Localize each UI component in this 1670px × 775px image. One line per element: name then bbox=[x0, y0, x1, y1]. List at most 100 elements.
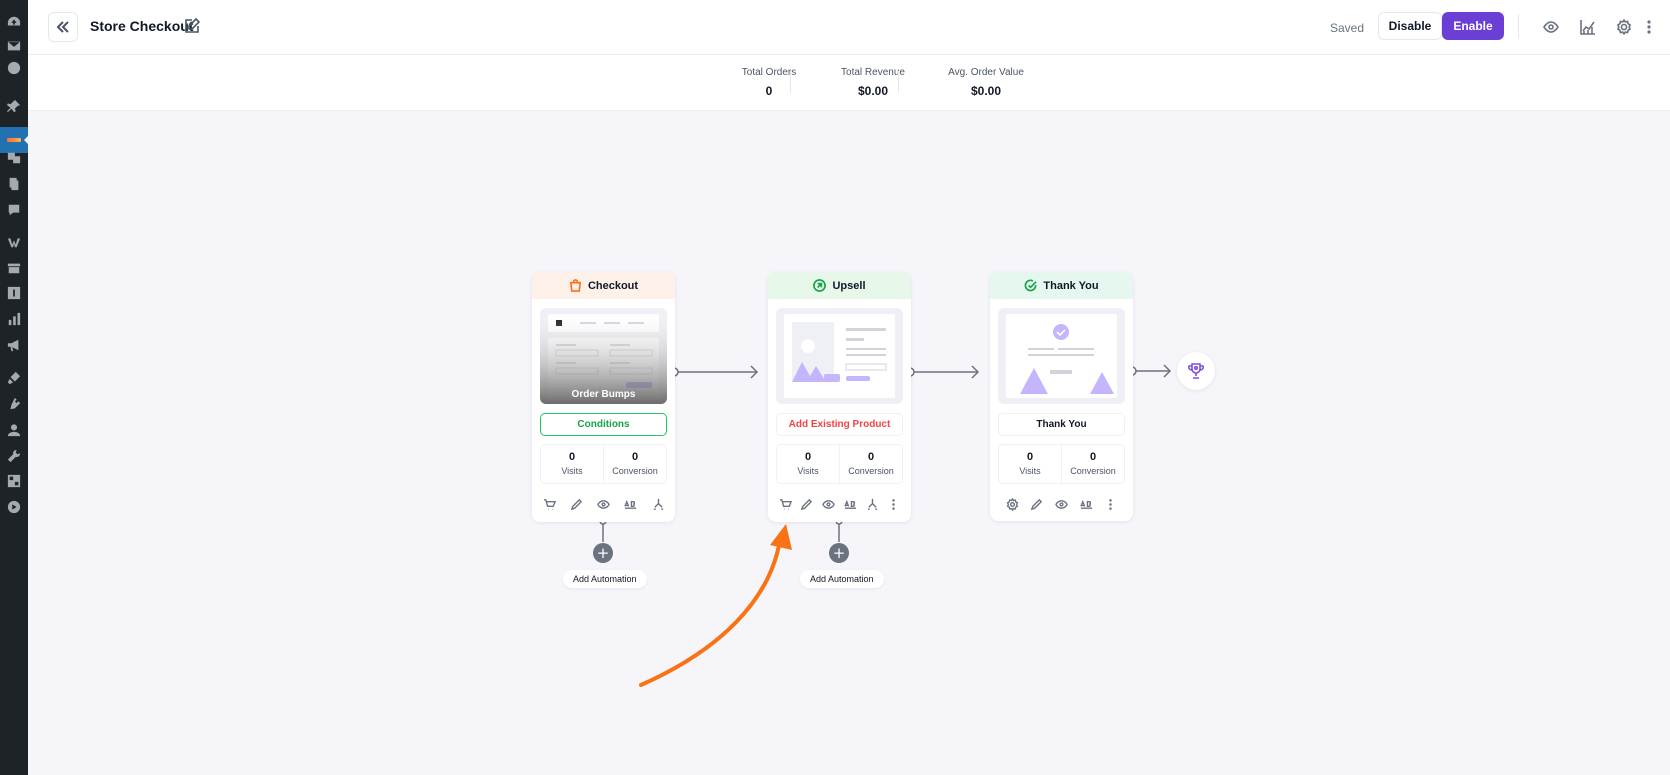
split-icon[interactable] bbox=[865, 497, 879, 511]
users-icon[interactable] bbox=[6, 422, 22, 438]
stat-value: $0.00 bbox=[857, 84, 889, 98]
visits-label: Visits bbox=[561, 466, 583, 476]
visits-value: 0 bbox=[804, 451, 812, 463]
step-header: Upsell bbox=[768, 272, 911, 299]
marketing-icon[interactable] bbox=[6, 337, 22, 353]
ab-test-icon[interactable] bbox=[1079, 497, 1093, 511]
conversion-value: 0 bbox=[1089, 451, 1097, 463]
split-icon[interactable] bbox=[651, 497, 665, 511]
trophy-icon bbox=[1188, 363, 1204, 379]
top-bar: Store Checkout Saved Disable Enable bbox=[28, 0, 1670, 55]
step-title: Upsell bbox=[832, 279, 866, 292]
more-vertical-icon[interactable] bbox=[1636, 14, 1662, 40]
conversion-label: Conversion bbox=[612, 466, 658, 476]
visits-value: 0 bbox=[1026, 451, 1034, 463]
woocommerce-icon[interactable] bbox=[6, 234, 22, 250]
more-vertical-icon[interactable] bbox=[887, 497, 901, 511]
shopping-bag-icon bbox=[569, 279, 582, 292]
disable-button[interactable]: Disable bbox=[1378, 12, 1442, 40]
add-automation-plus-button[interactable]: + bbox=[593, 543, 613, 563]
media-icon[interactable] bbox=[6, 150, 22, 166]
enable-button[interactable]: Enable bbox=[1442, 12, 1504, 40]
order-bumps-caption[interactable]: Order Bumps bbox=[540, 389, 667, 400]
pages-icon[interactable] bbox=[6, 176, 22, 192]
add-automation-label[interactable]: Add Automation bbox=[800, 570, 884, 588]
add-existing-product-button[interactable]: Add Existing Product bbox=[776, 413, 903, 436]
visits-value: 0 bbox=[568, 451, 576, 463]
gear-icon[interactable] bbox=[1611, 14, 1637, 40]
payments-icon[interactable] bbox=[6, 285, 22, 301]
conversion-value: 0 bbox=[867, 451, 875, 463]
analytics-icon[interactable] bbox=[6, 311, 22, 327]
tools-icon[interactable] bbox=[6, 448, 22, 464]
connector-arrowhead bbox=[750, 365, 759, 379]
add-automation-label[interactable]: Add Automation bbox=[563, 570, 647, 588]
step-stats: 0 Visits 0 Conversion bbox=[540, 444, 667, 484]
mail-icon[interactable] bbox=[6, 38, 22, 54]
eye-icon[interactable] bbox=[822, 497, 836, 511]
toolbar-divider bbox=[1518, 14, 1519, 38]
step-header: Checkout bbox=[532, 272, 675, 299]
upsell-preview-illustration bbox=[784, 314, 895, 398]
step-toolbar bbox=[776, 496, 903, 512]
back-button[interactable] bbox=[48, 12, 78, 42]
pencil-icon[interactable] bbox=[569, 497, 583, 511]
goal-trophy-node[interactable] bbox=[1177, 352, 1215, 390]
ab-test-icon[interactable] bbox=[843, 497, 857, 511]
more-vertical-icon[interactable] bbox=[1104, 497, 1118, 511]
funnel-icon[interactable] bbox=[7, 138, 21, 142]
step-toolbar bbox=[540, 496, 667, 512]
eye-icon[interactable] bbox=[597, 497, 611, 511]
gear-icon[interactable] bbox=[1005, 497, 1019, 511]
pencil-icon[interactable] bbox=[800, 497, 814, 511]
edit-title-icon[interactable] bbox=[184, 17, 201, 34]
preview-icon[interactable] bbox=[1538, 14, 1564, 40]
step-card-thank-you[interactable]: Thank You Thank You 0 Visits 0 Conversio… bbox=[990, 272, 1133, 521]
appearance-icon[interactable] bbox=[6, 370, 22, 386]
play-icon[interactable] bbox=[6, 499, 22, 515]
settings-icon[interactable] bbox=[6, 473, 22, 489]
step-thumbnail[interactable] bbox=[776, 308, 903, 404]
step-toolbar bbox=[998, 496, 1125, 512]
step-header: Thank You bbox=[990, 272, 1133, 299]
conversion-stat: 0 Conversion bbox=[839, 445, 902, 483]
save-status: Saved bbox=[1330, 21, 1365, 35]
step-card-upsell[interactable]: Upsell Add Existing Product 0 Visits 0 C… bbox=[768, 272, 911, 522]
ab-test-icon[interactable] bbox=[624, 497, 638, 511]
thank-you-label[interactable]: Thank You bbox=[998, 413, 1125, 436]
step-stats: 0 Visits 0 Conversion bbox=[776, 444, 903, 484]
step-thumbnail[interactable] bbox=[998, 308, 1125, 404]
visits-stat: 0 Visits bbox=[777, 445, 839, 483]
pencil-icon[interactable] bbox=[1030, 497, 1044, 511]
visits-stat: 0 Visits bbox=[541, 445, 603, 483]
conditions-button[interactable]: Conditions bbox=[540, 413, 667, 436]
analytics-chart-icon[interactable] bbox=[1575, 14, 1601, 40]
step-thumbnail[interactable]: Order Bumps bbox=[540, 308, 667, 404]
thank-you-preview-illustration bbox=[1006, 314, 1117, 398]
connector-arrowhead bbox=[971, 365, 980, 379]
stats-bar: Total Orders 0 Total Revenue $0.00 Avg. … bbox=[28, 55, 1670, 111]
comments-icon[interactable] bbox=[6, 202, 22, 218]
cart-icon[interactable] bbox=[778, 497, 792, 511]
conversion-value: 0 bbox=[631, 451, 639, 463]
step-card-checkout[interactable]: Checkout Order Bumps Conditions 0 Visits… bbox=[532, 272, 675, 522]
wp-admin-sidebar bbox=[0, 0, 28, 775]
double-chevron-left-icon bbox=[56, 21, 69, 33]
add-automation-plus-button[interactable]: + bbox=[829, 543, 849, 563]
cart-icon[interactable] bbox=[542, 497, 556, 511]
elementor-icon[interactable] bbox=[6, 60, 22, 76]
dashboard-icon[interactable] bbox=[6, 14, 22, 30]
step-title: Thank You bbox=[1043, 279, 1099, 292]
step-stats: 0 Visits 0 Conversion bbox=[998, 444, 1125, 484]
upsell-arrow-icon bbox=[813, 279, 827, 292]
visits-stat: 0 Visits bbox=[999, 445, 1061, 483]
active-notch bbox=[24, 136, 28, 144]
plugins-icon[interactable] bbox=[6, 396, 22, 412]
eye-icon[interactable] bbox=[1054, 497, 1068, 511]
stat-avg-order-value: Avg. Order Value $0.00 bbox=[923, 67, 1049, 98]
stat-label: Total Revenue bbox=[841, 67, 905, 78]
visits-label: Visits bbox=[797, 466, 819, 476]
products-icon[interactable] bbox=[6, 260, 22, 276]
pin-icon[interactable] bbox=[6, 98, 22, 114]
conversion-stat: 0 Conversion bbox=[1061, 445, 1124, 483]
